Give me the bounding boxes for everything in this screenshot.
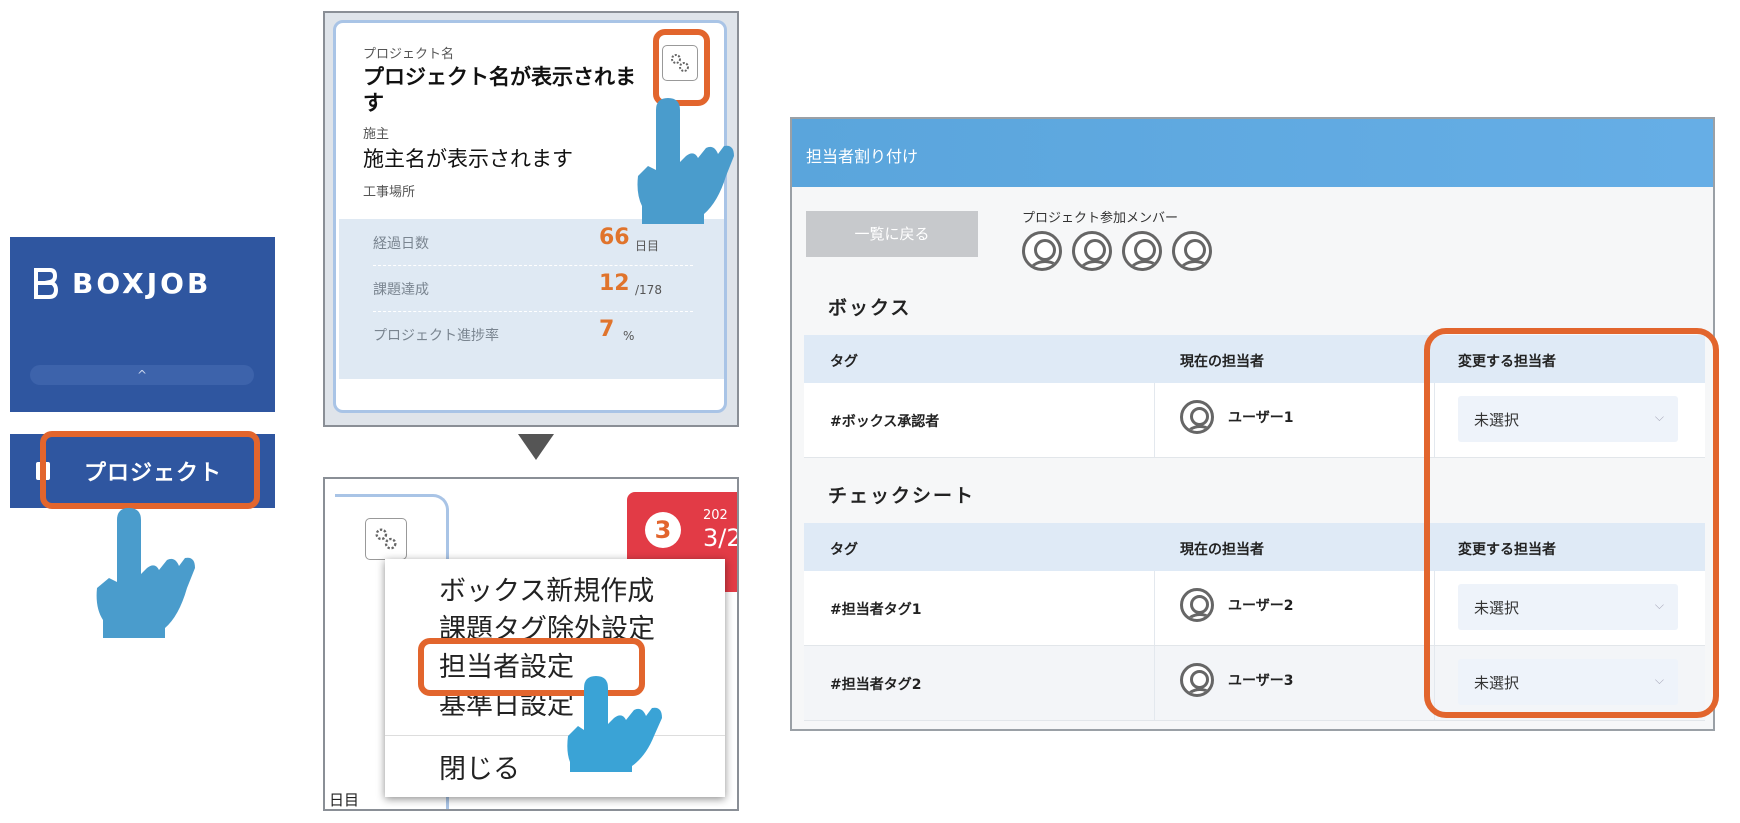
pointing-hand-icon: [637, 98, 734, 224]
stat-progress: プロジェクト進捗率 7 %: [373, 311, 693, 357]
project-stats: 経過日数 66 日目 課題達成 12 /178 プロジェクト進捗率 7 %: [339, 219, 724, 379]
user-name: ユーザー3: [1228, 673, 1294, 689]
settings-button[interactable]: [365, 518, 407, 560]
stat-label: プロジェクト進捗率: [373, 328, 499, 344]
stat-tasks-done: 課題達成 12 /178: [373, 265, 693, 312]
back-to-list-button[interactable]: 一覧に戻る: [806, 211, 978, 257]
stat-value: 7: [599, 317, 615, 342]
member-avatar[interactable]: [1122, 231, 1162, 271]
logo-text: BOXJOB: [72, 266, 212, 300]
project-name-label: プロジェクト名: [363, 47, 455, 62]
tag-cell: #担当者タグ1: [830, 602, 922, 618]
footer-day-label: 日目: [329, 791, 360, 809]
member-avatar[interactable]: [1072, 231, 1112, 271]
highlight-settings-button: [653, 29, 710, 106]
user-name: ユーザー1: [1228, 410, 1294, 426]
logo-mark-icon: [34, 268, 58, 299]
highlight-new-assignee-column: [1424, 328, 1719, 718]
menu-item-new-box[interactable]: ボックス新規作成: [439, 569, 654, 608]
member-avatar[interactable]: [1022, 231, 1062, 271]
section-title-box: ボックス: [828, 297, 912, 319]
sidebar-collapse-button[interactable]: ^: [30, 365, 254, 385]
chevron-up-icon: ^: [136, 368, 148, 382]
col-tag: タグ: [830, 354, 858, 370]
stat-unit: 日目: [635, 239, 660, 253]
tag-cell: #ボックス承認者: [830, 414, 940, 430]
col-tag: タグ: [830, 542, 858, 558]
col-current-assignee: 現在の担当者: [1180, 354, 1264, 370]
highlight-project-item: [40, 431, 260, 509]
menu-item-close[interactable]: 閉じる: [439, 747, 520, 786]
red-card-year: 202: [703, 508, 728, 523]
section-title-checksheet: チェックシート: [828, 485, 976, 507]
stat-value: 12: [599, 271, 630, 296]
pointing-hand-icon: [96, 508, 195, 638]
pointing-hand-icon: [567, 676, 662, 772]
current-assignee-cell: ユーザー1: [1180, 400, 1293, 434]
project-name-line2: す: [363, 91, 384, 115]
owner-label: 施主: [363, 127, 390, 142]
user-name: ユーザー2: [1228, 598, 1294, 614]
app-logo: BOXJOB: [30, 262, 260, 304]
tag-cell: #担当者タグ2: [830, 677, 922, 693]
member-avatar[interactable]: [1172, 231, 1212, 271]
user-avatar: [1180, 588, 1214, 622]
col-current-assignee: 現在の担当者: [1180, 542, 1264, 558]
user-avatar: [1180, 400, 1214, 434]
count-badge: 3: [645, 512, 681, 548]
stat-label: 経過日数: [373, 236, 429, 252]
stat-label: 課題達成: [373, 282, 429, 298]
members-label: プロジェクト参加メンバー: [1022, 211, 1179, 226]
red-card-date: 3/2: [703, 524, 739, 552]
assignment-header: 担当者割り付け: [792, 119, 1713, 187]
stat-elapsed-days: 経過日数 66 日目: [373, 219, 693, 266]
stat-value: 66: [599, 225, 630, 250]
page-title: 担当者割り付け: [806, 147, 919, 166]
flow-arrow-down-icon: [518, 434, 554, 460]
current-assignee-cell: ユーザー3: [1180, 663, 1293, 697]
stat-unit: /178: [635, 283, 662, 297]
menu-divider: [385, 735, 725, 736]
owner-value: 施主名が表示されます: [363, 147, 573, 171]
location-label: 工事場所: [363, 185, 416, 200]
project-name-line1: プロジェクト名が表示されま: [363, 65, 636, 89]
user-avatar: [1180, 663, 1214, 697]
gear-icon: [375, 528, 397, 550]
current-assignee-cell: ユーザー2: [1180, 588, 1293, 622]
stat-unit: %: [623, 329, 635, 343]
